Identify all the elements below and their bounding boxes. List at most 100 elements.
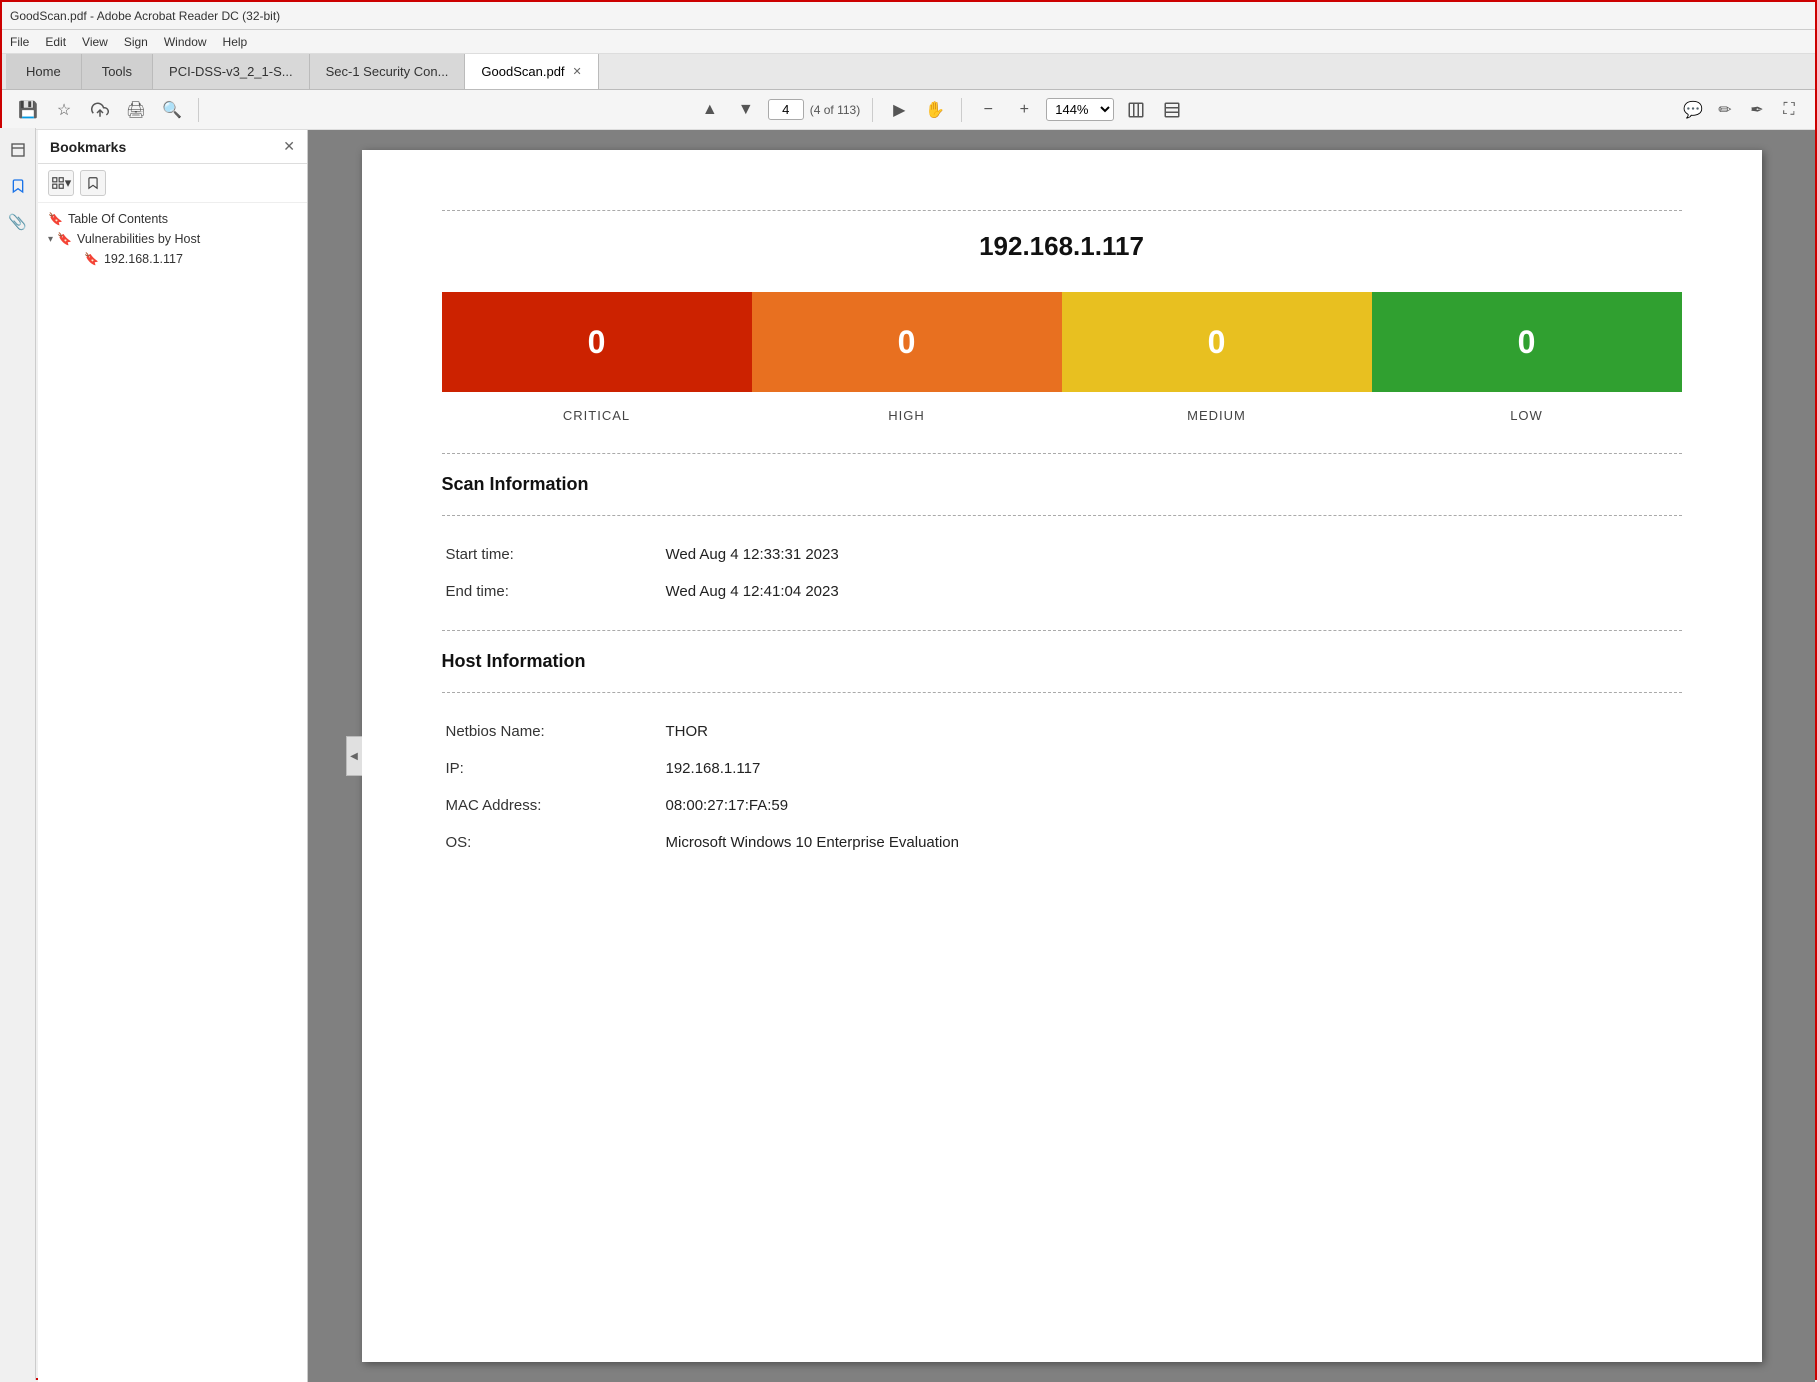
comment-button[interactable]: 💬: [1679, 96, 1707, 124]
content-area[interactable]: ◀ 192.168.1.117 0 0 0 0 CRITICAL HIGH ME…: [308, 130, 1815, 1382]
menu-view[interactable]: View: [82, 35, 108, 49]
main-layout: 📎 Bookmarks ✕ ▾: [2, 130, 1815, 1382]
title-bar: GoodScan.pdf - Adobe Acrobat Reader DC (…: [2, 2, 1815, 30]
sidebar-close-button[interactable]: ✕: [283, 138, 295, 155]
scan-info-table: Start time: Wed Aug 4 12:33:31 2023 End …: [442, 536, 1682, 610]
tab-bar: Home Tools PCI-DSS-v3_2_1-S... Sec-1 Sec…: [2, 54, 1815, 90]
zoom-in-button[interactable]: +: [1010, 96, 1038, 124]
toolbar-sep1: [198, 98, 199, 122]
collapse-handle[interactable]: ◀: [346, 736, 362, 776]
low-cell: 0: [1372, 292, 1682, 392]
fit-width-button[interactable]: [1158, 96, 1186, 124]
medium-cell: 0: [1062, 292, 1372, 392]
sidebar: Bookmarks ✕ ▾ 🔖 Table O: [38, 130, 308, 1382]
toolbar-center: ▲ ▼ (4 of 113) ▶ ✋ − + 144% 100% 75% 50%…: [211, 96, 1671, 124]
page-number-input[interactable]: [768, 99, 804, 120]
severity-labels: CRITICAL HIGH MEDIUM LOW: [442, 404, 1682, 423]
cloud-upload-button[interactable]: [86, 96, 114, 124]
scan-info-title: Scan Information: [442, 474, 1682, 495]
fit-page-button[interactable]: [1122, 96, 1150, 124]
host-info-title: Host Information: [442, 651, 1682, 672]
zoom-out-button[interactable]: −: [974, 96, 1002, 124]
print-button[interactable]: 🖨: [122, 96, 150, 124]
toolbar: 💾 ☆ 🖨 🔍 ▲ ▼ (4 of 113) ▶ ✋ − + 144% 100%…: [2, 90, 1815, 130]
left-icon-attachment[interactable]: 📎: [2, 206, 34, 238]
menu-edit[interactable]: Edit: [45, 35, 66, 49]
left-icon-page[interactable]: [2, 134, 34, 166]
host-ip-value: 192.168.1.117: [662, 750, 1682, 787]
host-netbios-value: THOR: [662, 713, 1682, 750]
critical-cell: 0: [442, 292, 752, 392]
bookmark-icon-ip: 🔖: [84, 252, 99, 266]
sidebar-options-button[interactable]: ▾: [48, 170, 74, 196]
cursor-tool-button[interactable]: ▶: [885, 96, 913, 124]
menu-help[interactable]: Help: [223, 35, 248, 49]
bookmark-vuln-host[interactable]: ▾ 🔖 Vulnerabilities by Host: [38, 229, 307, 249]
host-mac-value: 08:00:27:17:FA:59: [662, 787, 1682, 824]
sidebar-toolbar: ▾: [38, 164, 307, 203]
expand-icon-vuln[interactable]: ▾: [48, 234, 53, 245]
high-cell: 0: [752, 292, 1062, 392]
sidebar-search-button[interactable]: [80, 170, 106, 196]
bookmark-ip[interactable]: 🔖 192.168.1.117: [38, 249, 307, 269]
prev-page-button[interactable]: ▲: [696, 96, 724, 124]
hand-tool-button[interactable]: ✋: [921, 96, 949, 124]
menu-window[interactable]: Window: [164, 35, 207, 49]
scan-start-row: Start time: Wed Aug 4 12:33:31 2023: [442, 536, 1682, 573]
host-row-netbios: Netbios Name: THOR: [442, 713, 1682, 750]
host-info-table: Netbios Name: THOR IP: 192.168.1.117 MAC…: [442, 713, 1682, 861]
bookmark-icon-toc: 🔖: [48, 212, 63, 226]
scan-end-label: End time:: [442, 573, 662, 610]
menu-file[interactable]: File: [10, 35, 29, 49]
tab-close-icon[interactable]: ✕: [573, 65, 582, 78]
host-os-label: OS:: [442, 824, 662, 861]
bookmark-tree: 🔖 Table Of Contents ▾ 🔖 Vulnerabilities …: [38, 203, 307, 275]
left-icon-strip: 📎: [0, 128, 36, 1380]
host-netbios-label: Netbios Name:: [442, 713, 662, 750]
scan-end-row: End time: Wed Aug 4 12:41:04 2023: [442, 573, 1682, 610]
next-page-button[interactable]: ▼: [732, 96, 760, 124]
tab-pci[interactable]: PCI-DSS-v3_2_1-S...: [153, 54, 310, 89]
host-mac-label: MAC Address:: [442, 787, 662, 824]
medium-label: MEDIUM: [1062, 404, 1372, 423]
scan-start-label: Start time:: [442, 536, 662, 573]
host-os-value: Microsoft Windows 10 Enterprise Evaluati…: [662, 824, 1682, 861]
toolbar-right: 💬 ✏ ✒ ⛶: [1679, 96, 1803, 124]
tab-sec1[interactable]: Sec-1 Security Con...: [310, 54, 466, 89]
high-label: HIGH: [752, 404, 1062, 423]
host-row-os: OS: Microsoft Windows 10 Enterprise Eval…: [442, 824, 1682, 861]
menu-bar: File Edit View Sign Window Help: [2, 30, 1815, 54]
top-divider: [442, 210, 1682, 211]
low-label: LOW: [1372, 404, 1682, 423]
host-ip-label: IP:: [442, 750, 662, 787]
bookmark-toc[interactable]: 🔖 Table Of Contents: [38, 209, 307, 229]
scan-divider: [442, 453, 1682, 454]
tab-goodscan[interactable]: GoodScan.pdf ✕: [465, 54, 598, 89]
left-icon-bookmark[interactable]: [2, 170, 34, 202]
bookmark-icon-vuln: 🔖: [57, 232, 72, 246]
tab-home[interactable]: Home: [6, 54, 82, 89]
search-button[interactable]: 🔍: [158, 96, 186, 124]
scan-end-value: Wed Aug 4 12:41:04 2023: [662, 573, 1682, 610]
zoom-select[interactable]: 144% 100% 75% 50% 200%: [1046, 98, 1114, 121]
window-title: GoodScan.pdf - Adobe Acrobat Reader DC (…: [10, 9, 280, 23]
save-button[interactable]: 💾: [14, 96, 42, 124]
severity-bar: 0 0 0 0: [442, 292, 1682, 392]
expand-button[interactable]: ⛶: [1775, 96, 1803, 124]
host-divider: [442, 630, 1682, 631]
bookmark-button[interactable]: ☆: [50, 96, 78, 124]
menu-sign[interactable]: Sign: [124, 35, 148, 49]
toolbar-sep3: [961, 98, 962, 122]
scan-inner-divider: [442, 515, 1682, 516]
scan-start-value: Wed Aug 4 12:33:31 2023: [662, 536, 1682, 573]
page-navigation: (4 of 113): [768, 99, 860, 120]
host-row-mac: MAC Address: 08:00:27:17:FA:59: [442, 787, 1682, 824]
pen-button[interactable]: ✏: [1711, 96, 1739, 124]
critical-label: CRITICAL: [442, 404, 752, 423]
host-row-ip: IP: 192.168.1.117: [442, 750, 1682, 787]
signature-button[interactable]: ✒: [1743, 96, 1771, 124]
tab-tools[interactable]: Tools: [82, 54, 153, 89]
host-title: 192.168.1.117: [442, 231, 1682, 262]
toolbar-sep2: [872, 98, 873, 122]
page-total: (4 of 113): [810, 103, 860, 117]
